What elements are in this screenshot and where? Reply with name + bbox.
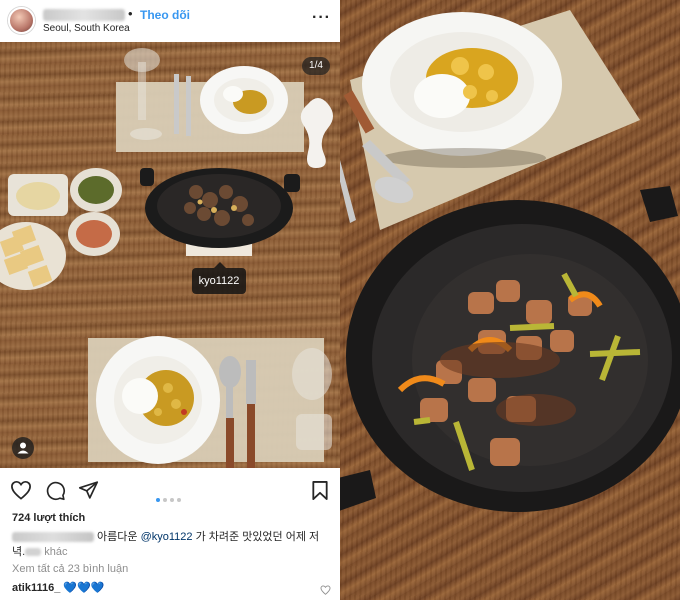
caption-more-link[interactable]: khác <box>41 546 67 558</box>
second-photo <box>340 0 680 600</box>
avatar[interactable] <box>8 7 35 34</box>
carousel-indicator <box>156 489 184 507</box>
post-header: • Theo dõi Seoul, South Korea ··· <box>0 0 340 42</box>
user-tag-icon[interactable] <box>12 437 34 459</box>
post-image[interactable]: 1/4 kyo1122 <box>0 42 340 468</box>
carousel-dot <box>170 498 174 502</box>
caption-blurred-tail <box>25 548 42 557</box>
post-caption: 아름다운 @kyo1122 가 차려준 맛있었던 어제 저 녁. khác <box>12 530 332 560</box>
bookmark-icon[interactable] <box>311 480 329 506</box>
caption-text-before: 아름다운 <box>94 531 141 543</box>
caption-username-blurred[interactable] <box>12 532 94 543</box>
caption-text-after: 가 차려준 맛있었던 어제 저 <box>192 531 320 543</box>
comment-icon[interactable] <box>45 480 66 506</box>
share-icon[interactable] <box>78 480 99 505</box>
view-all-comments-link[interactable]: Xem tất cả 23 bình luận <box>12 563 128 575</box>
comment-like-heart-icon[interactable] <box>320 582 331 600</box>
like-count[interactable]: 724 lượt thích <box>12 512 85 524</box>
carousel-dot <box>163 498 167 502</box>
caption-line2: 녁. <box>12 546 26 558</box>
more-options-icon[interactable]: ··· <box>312 9 331 27</box>
comment-item: atik1116_ 💙💙💙 <box>12 581 105 594</box>
comment-text: 💙💙💙 <box>60 582 105 594</box>
carousel-dot <box>177 498 181 502</box>
follow-button[interactable]: Theo dõi <box>140 8 190 22</box>
comment-username[interactable]: atik1116_ <box>12 582 60 594</box>
instagram-post: • Theo dõi Seoul, South Korea ··· 1/4 ky… <box>0 0 340 600</box>
heart-icon[interactable] <box>10 480 32 505</box>
user-tag-label[interactable]: kyo1122 <box>192 262 246 294</box>
separator-dot: • <box>128 6 133 21</box>
username-blurred[interactable] <box>43 9 125 21</box>
location-label[interactable]: Seoul, South Korea <box>43 23 130 34</box>
carousel-dot <box>156 498 160 502</box>
caption-mention[interactable]: @kyo1122 <box>141 531 193 543</box>
image-counter: 1/4 <box>302 57 330 75</box>
